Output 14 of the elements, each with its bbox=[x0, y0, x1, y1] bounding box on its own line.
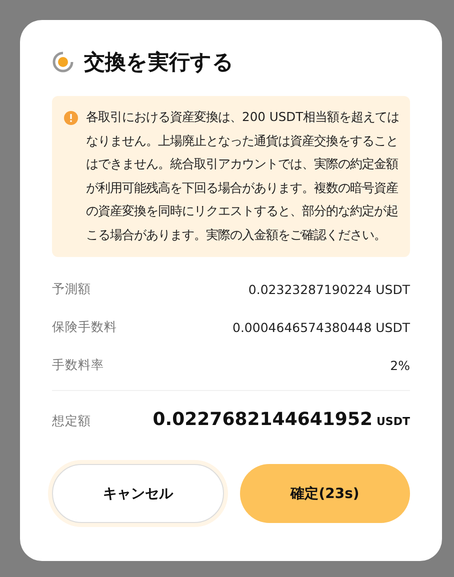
dialog-title: 交換を実行する bbox=[84, 49, 234, 76]
warning-icon bbox=[64, 111, 78, 125]
row-value: 2% bbox=[390, 358, 410, 372]
loading-icon bbox=[52, 51, 74, 73]
notice-text: 各取引における資産変換は、200 USDT相当額を超えてはなりません。上場廃止となった通貨は資産交換をすることはできません。統合取引アカウントでは、実際の約定金額が利用可能残高を下回る場合があります。複数の暗号資産の資産変換を同時にリクエストすると、部分的な約定が起こる場合があります。実際の入金額をご確認ください。 bbox=[86, 109, 400, 244]
row-label: 保険手数料 bbox=[52, 318, 117, 336]
confirm-button[interactable]: 確定(23s) bbox=[240, 464, 410, 523]
row-value: 0.02323287190224 USDT bbox=[248, 282, 410, 296]
total-label: 想定額 bbox=[52, 413, 91, 430]
row-label: 手数料率 bbox=[52, 356, 104, 374]
total-unit: USDT bbox=[376, 415, 410, 428]
total-value: 0.0227682144641952 bbox=[152, 409, 372, 430]
row-value: 0.0004646574380448 USDT bbox=[232, 320, 410, 334]
row-label: 予測額 bbox=[52, 280, 91, 298]
